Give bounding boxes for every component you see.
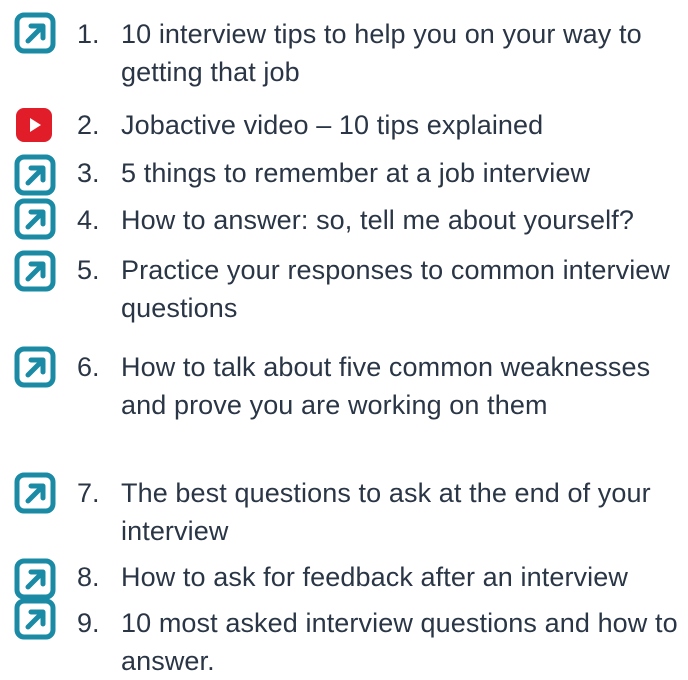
item-link-text[interactable]: How to answer: so, tell me about yoursel… [121, 201, 681, 239]
list-item-5[interactable]: 5. Practice your responses to common int… [0, 244, 688, 328]
resource-list: 1. 10 interview tips to help you on your… [0, 0, 688, 676]
list-item-6[interactable]: 6. How to talk about five common weaknes… [0, 336, 688, 458]
item-number: 6. [77, 352, 100, 382]
item-number: 4. [77, 205, 100, 235]
item-link-text[interactable]: Jobactive video – 10 tips explained [121, 106, 681, 144]
list-item-8[interactable]: 8. How to ask for feedback after an inte… [0, 554, 688, 600]
item-number: 9. [77, 608, 100, 638]
item-number: 8. [77, 562, 100, 592]
external-link-icon[interactable] [14, 598, 56, 640]
list-item-9[interactable]: 9. 10 most asked interview questions and… [0, 596, 688, 676]
item-number: 7. [77, 478, 100, 508]
item-number: 1. [77, 19, 100, 49]
list-item-3[interactable]: 3. 5 things to remember at a job intervi… [0, 152, 688, 196]
item-link-text[interactable]: 10 interview tips to help you on your wa… [121, 15, 681, 91]
list-item-2[interactable]: 2. Jobactive video – 10 tips explained [0, 98, 688, 148]
item-link-text[interactable]: 10 most asked interview questions and ho… [121, 604, 681, 680]
item-link-text[interactable]: The best questions to ask at the end of … [121, 474, 681, 550]
list-item-7[interactable]: 7. The best questions to ask at the end … [0, 464, 688, 548]
external-link-icon[interactable] [14, 154, 56, 196]
item-number: 5. [77, 255, 100, 285]
external-link-icon[interactable] [14, 250, 56, 292]
list-item-1[interactable]: 1. 10 interview tips to help you on your… [0, 0, 688, 87]
item-number: 3. [77, 158, 100, 188]
item-link-text[interactable]: How to ask for feedback after an intervi… [121, 558, 681, 596]
external-link-icon[interactable] [14, 198, 56, 240]
youtube-play-icon[interactable] [14, 104, 56, 146]
external-link-icon[interactable] [14, 558, 56, 600]
external-link-icon[interactable] [14, 12, 56, 54]
list-item-4[interactable]: 4. How to answer: so, tell me about your… [0, 198, 688, 246]
external-link-icon[interactable] [14, 472, 56, 514]
external-link-icon[interactable] [14, 346, 56, 388]
item-number: 2. [77, 110, 100, 140]
item-link-text[interactable]: Practice your responses to common interv… [121, 251, 681, 327]
item-link-text[interactable]: 5 things to remember at a job interview [121, 154, 681, 192]
item-link-text[interactable]: How to talk about five common weaknesses… [121, 348, 681, 424]
